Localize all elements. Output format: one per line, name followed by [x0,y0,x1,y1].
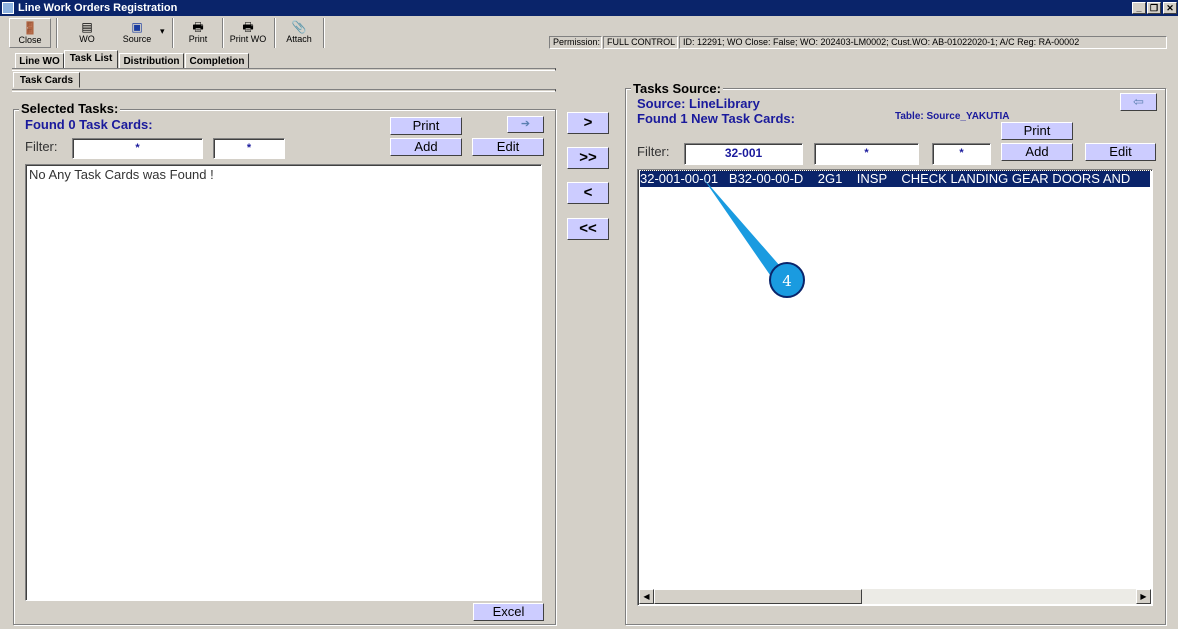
callout-pointer [703,178,780,275]
callout-annotation: 4 [703,178,805,298]
callout-number: 4 [782,272,792,290]
